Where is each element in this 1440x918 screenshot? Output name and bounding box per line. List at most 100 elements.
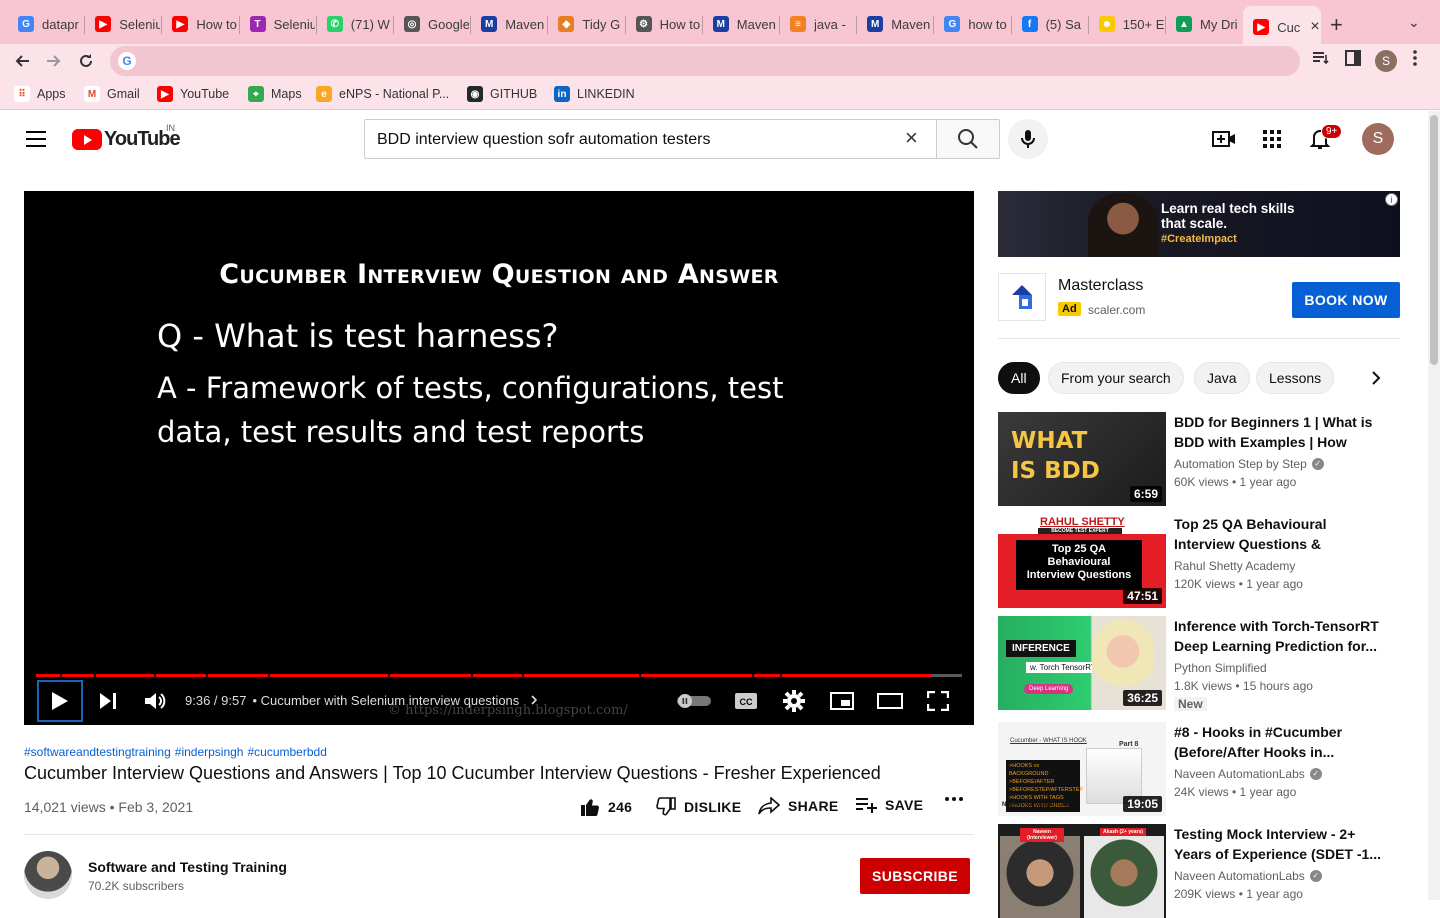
advertiser-logo[interactable] xyxy=(998,273,1046,321)
next-video-button[interactable] xyxy=(96,681,120,721)
chip-from-your-search[interactable]: From your search xyxy=(1048,362,1184,394)
recommendation-item[interactable]: Naveen (Interviewer) Akash (2+ years) Te… xyxy=(998,824,1400,918)
browser-tab[interactable]: ▲ My Dri xyxy=(1166,8,1241,40)
browser-tab-label: Maven xyxy=(891,16,931,32)
browser-tab[interactable]: M Maven xyxy=(703,8,778,40)
volume-button[interactable] xyxy=(142,681,168,721)
chip-lessons[interactable]: Lessons xyxy=(1256,362,1335,394)
browser-profile-avatar[interactable]: S xyxy=(1375,50,1397,72)
video-thumbnail[interactable]: WHAT IS BDD 6:59 xyxy=(998,412,1166,506)
bookmark-item[interactable]: ⌖ Maps xyxy=(248,86,302,102)
browser-menu-icon[interactable] xyxy=(1413,50,1417,70)
hashtag-link[interactable]: #inderpsingh xyxy=(175,745,244,759)
recommendation-item[interactable]: INFERENCE w. Torch TensorRT Deep Learnin… xyxy=(998,616,1400,711)
fullscreen-button[interactable] xyxy=(924,681,952,721)
search-button[interactable] xyxy=(936,119,1000,159)
video-thumbnail[interactable]: Naveen (Interviewer) Akash (2+ years) xyxy=(998,824,1166,918)
theater-mode-button[interactable] xyxy=(876,681,904,721)
side-panel-icon[interactable] xyxy=(1345,50,1361,70)
video-player[interactable]: Cucumber Interview Question and Answer Q… xyxy=(24,191,974,725)
browser-tab[interactable]: M Maven xyxy=(471,8,546,40)
browser-tab[interactable]: ▶ Selenium xyxy=(85,8,160,40)
browser-tab[interactable]: ✆ (71) W xyxy=(317,8,392,40)
browser-tab[interactable]: ▶ Cuc × xyxy=(1243,6,1322,48)
chip-all[interactable]: All xyxy=(998,362,1040,394)
account-avatar[interactable]: S xyxy=(1362,123,1394,155)
close-tab-icon[interactable]: × xyxy=(1310,18,1319,36)
hashtag-link[interactable]: #softwareandtestingtraining xyxy=(24,745,171,759)
reading-list-icon[interactable] xyxy=(1312,50,1330,70)
save-button[interactable]: SAVE xyxy=(855,797,923,813)
voice-search-button[interactable] xyxy=(1008,119,1048,159)
clear-search-icon[interactable]: × xyxy=(905,127,918,149)
settings-button[interactable] xyxy=(780,681,808,721)
browser-tab[interactable]: ◆ Tidy G xyxy=(548,8,623,40)
subscribe-button[interactable]: SUBSCRIBE xyxy=(860,858,970,894)
ad-info-icon[interactable]: i xyxy=(1385,193,1398,206)
thumbnail-text: WHAT IS BDD xyxy=(1011,428,1100,484)
emoji-icon: ☻ xyxy=(1098,16,1115,32)
chapter-title[interactable]: • Cucumber with Selenium interview quest… xyxy=(252,693,519,708)
subtitles-button[interactable]: CC xyxy=(732,681,760,721)
browser-tab-label: (71) W xyxy=(350,16,390,32)
hashtag-link[interactable]: #cucumberbdd xyxy=(247,745,326,759)
thumbnail-list-line: >HOOKS WITH TAGS xyxy=(1009,795,1064,801)
autoplay-toggle[interactable] xyxy=(674,681,714,721)
browser-tab[interactable]: ⚙ How to xyxy=(626,8,701,40)
page-scrollbar[interactable] xyxy=(1428,111,1440,900)
bookmark-item[interactable]: ◉ GITHUB xyxy=(467,86,537,102)
browser-tab[interactable]: M Maven xyxy=(857,8,932,40)
reload-button[interactable] xyxy=(73,48,99,74)
browser-tab-label: Tidy G xyxy=(582,16,621,32)
browser-tab[interactable]: ≡ java - xyxy=(780,8,855,40)
guide-menu-icon[interactable] xyxy=(26,131,46,147)
channel-label: Python Simplified xyxy=(1174,661,1267,675)
recommendation-item[interactable]: Cucumber - WHAT IS HOOK Part 8 >HOOKS vs… xyxy=(998,722,1400,816)
miniplayer-button[interactable] xyxy=(828,681,856,721)
address-bar[interactable]: G xyxy=(110,46,1300,76)
like-button[interactable]: 246 xyxy=(580,797,632,817)
chip-java[interactable]: Java xyxy=(1194,362,1250,394)
new-badge: New xyxy=(1174,697,1207,711)
channel-name[interactable]: Software and Testing Training xyxy=(88,859,287,875)
recommendation-item[interactable]: WHAT IS BDD 6:59 BDD for Beginners 1 | W… xyxy=(998,412,1400,506)
browser-tab[interactable]: T Selenium xyxy=(240,8,315,40)
video-thumbnail[interactable]: RAHUL SHETTY BECOME TEST EXPERT Top 25 Q… xyxy=(998,514,1166,608)
scrollbar-thumb[interactable] xyxy=(1430,115,1438,365)
bookmark-item[interactable]: in LINKEDIN xyxy=(554,86,635,102)
forward-button[interactable] xyxy=(41,48,67,74)
recommendation-item[interactable]: RAHUL SHETTY BECOME TEST EXPERT Top 25 Q… xyxy=(998,514,1400,608)
book-now-button[interactable]: BOOK NOW xyxy=(1292,282,1400,318)
search-input[interactable]: BDD interview question sofr automation t… xyxy=(364,119,937,159)
youtube-logo[interactable]: YouTube IN xyxy=(72,123,181,151)
chapter-marker xyxy=(471,674,473,677)
video-thumbnail[interactable]: Cucumber - WHAT IS HOOK Part 8 >HOOKS vs… xyxy=(998,722,1166,816)
create-video-icon[interactable] xyxy=(1212,127,1236,151)
ad-banner-headline-2: that scale. xyxy=(1161,216,1228,231)
tab-search-button[interactable]: ⌄ xyxy=(1408,14,1420,31)
new-tab-button[interactable]: + xyxy=(1330,12,1343,38)
browser-tab[interactable]: Gdatapr xyxy=(8,8,83,40)
apps-grid-icon[interactable] xyxy=(1260,127,1284,151)
browser-tab[interactable]: f (5) Sa xyxy=(1012,8,1087,40)
progress-bar[interactable] xyxy=(36,674,962,677)
play-button[interactable] xyxy=(37,680,83,722)
bookmark-item[interactable]: M Gmail xyxy=(84,86,140,102)
back-button[interactable] xyxy=(9,48,35,74)
browser-tab[interactable]: Ghow to xyxy=(934,8,1009,40)
channel-avatar[interactable] xyxy=(24,851,72,899)
dislike-button[interactable]: DISLIKE xyxy=(656,797,741,817)
ad-banner[interactable]: Learn real tech skills that scale. #Crea… xyxy=(998,191,1400,257)
more-actions-button[interactable] xyxy=(945,797,971,801)
chip-scroll-right-button[interactable] xyxy=(1366,368,1386,388)
bookmark-item[interactable]: ▶ YouTube xyxy=(157,86,229,102)
bookmark-item[interactable]: ⠿ Apps xyxy=(14,86,66,102)
share-button[interactable]: SHARE xyxy=(758,797,839,815)
browser-tab[interactable]: ◎ Google xyxy=(394,8,469,40)
ad-person-image xyxy=(1088,193,1158,257)
advertiser-name[interactable]: Masterclass xyxy=(1058,277,1143,295)
browser-tab[interactable]: ▶ How to xyxy=(162,8,237,40)
browser-tab[interactable]: ☻ 150+ E xyxy=(1089,8,1164,40)
video-thumbnail[interactable]: INFERENCE w. Torch TensorRT Deep Learnin… xyxy=(998,616,1166,710)
bookmark-item[interactable]: e eNPS - National P... xyxy=(316,86,449,102)
